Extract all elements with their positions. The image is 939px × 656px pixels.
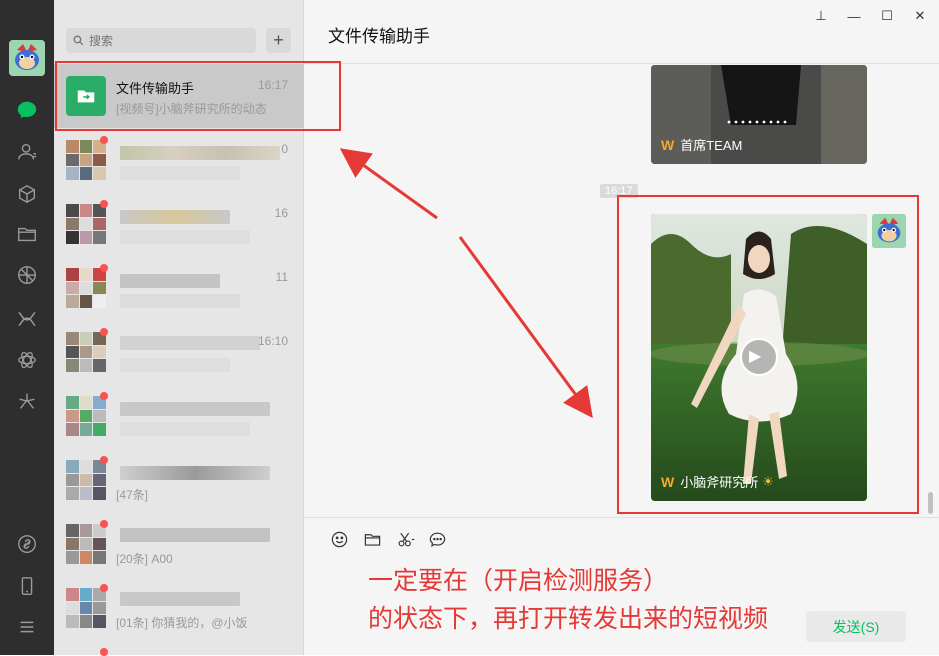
arrow-to-video xyxy=(458,236,593,419)
wechat-window: + 文件传输助手 16:17 [视频号]小脑斧研究所的动态 0 16 xyxy=(0,0,939,656)
annotation-arrows xyxy=(339,148,593,419)
arrow-to-conversation xyxy=(339,148,438,220)
